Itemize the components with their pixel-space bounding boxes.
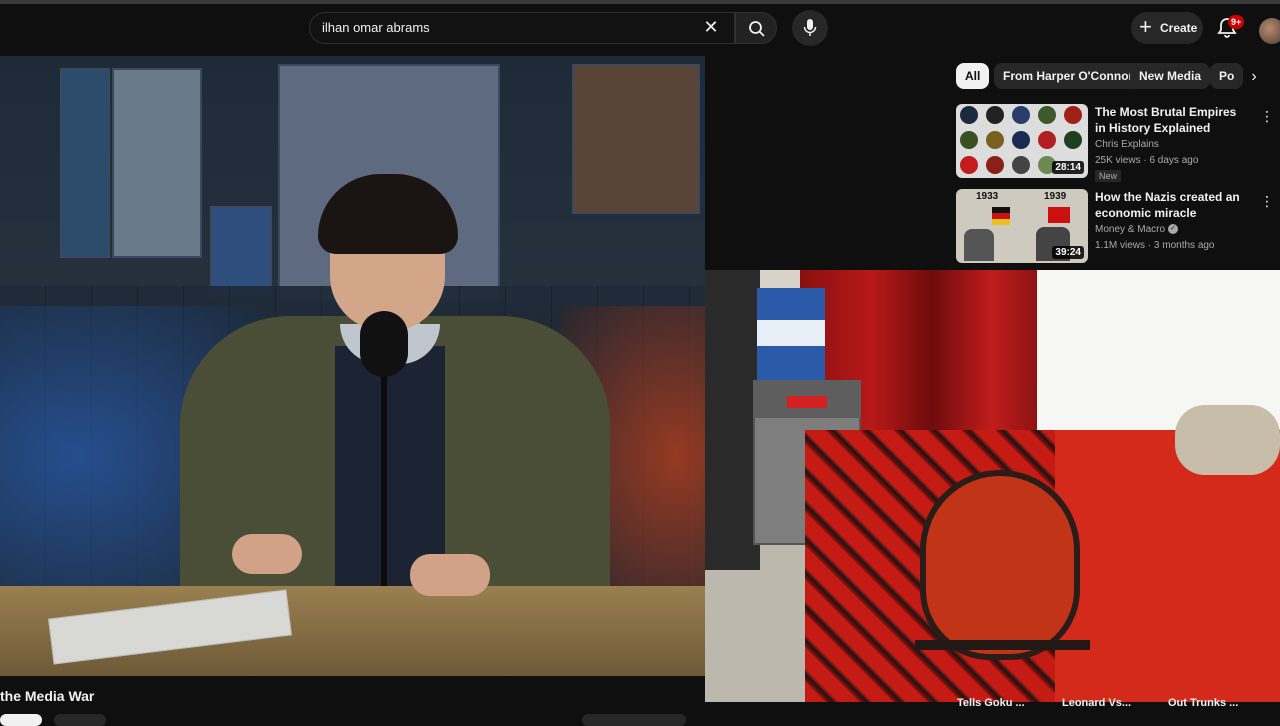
empire-emblem	[1038, 131, 1056, 149]
presenter-hand-left	[232, 534, 302, 574]
chip-new-media[interactable]: New Media	[1130, 63, 1211, 89]
flag-red	[1048, 207, 1070, 223]
search-query-text: ilhan omar abrams	[322, 20, 430, 35]
bottom-video-title[interactable]: Leonard Vs...	[1062, 697, 1131, 709]
scene-poster	[572, 64, 700, 214]
bottom-video-title[interactable]: Tells Goku ...	[957, 697, 1025, 709]
webcam-overlay	[705, 270, 1280, 702]
video-thumbnail[interactable]: 28:14	[956, 104, 1088, 178]
empire-emblem	[1012, 156, 1030, 174]
clear-search-icon[interactable]: ✕	[700, 16, 722, 38]
bottom-pill[interactable]	[0, 714, 42, 726]
scene-poster	[210, 206, 272, 298]
chip-po[interactable]: Po	[1210, 63, 1244, 89]
video-meta: 25K views · 6 days ago	[1095, 155, 1199, 166]
masthead: ilhan omar abrams ✕ + Create 9+	[0, 4, 1280, 56]
chevron-right-icon[interactable]: ›	[1244, 67, 1264, 87]
mic-stand	[381, 376, 387, 586]
video-duration: 28:14	[1052, 161, 1084, 174]
video-title-main: the Media War	[0, 688, 95, 704]
bottom-video-title[interactable]: Out Trunks ...	[1168, 697, 1238, 709]
empire-emblem	[960, 156, 978, 174]
create-button[interactable]: + Create	[1131, 12, 1203, 44]
scene-poster	[112, 68, 202, 258]
channel-name-row[interactable]: Money & Macro ✓	[1095, 224, 1179, 235]
thumbnail-figures-left	[964, 229, 994, 261]
empire-emblem	[960, 131, 978, 149]
search-icon	[749, 21, 765, 37]
avatar[interactable]	[1259, 18, 1280, 44]
webcam-shelf	[705, 270, 760, 570]
video-title[interactable]: How the Nazis created an economic miracl…	[1095, 189, 1245, 221]
more-options-icon[interactable]: ⋮	[1260, 191, 1274, 211]
empire-emblem	[1012, 106, 1030, 124]
empire-emblem	[1064, 106, 1082, 124]
webcam-chair-base	[915, 640, 1090, 650]
empire-emblem	[960, 106, 978, 124]
channel-name[interactable]: Money & Macro	[1095, 224, 1165, 235]
search-button[interactable]	[735, 12, 777, 44]
microphone	[360, 311, 408, 377]
chip-from-harper-oconnor[interactable]: From Harper O'Connor	[994, 63, 1143, 89]
empire-emblem	[1012, 131, 1030, 149]
bottom-pill[interactable]	[582, 714, 686, 726]
webcam-chair	[920, 470, 1080, 660]
bottom-pill[interactable]	[54, 714, 106, 726]
recommendation-item[interactable]: 28:14 The Most Brutal Empires in History…	[956, 104, 1276, 182]
webcam-sticker	[787, 396, 827, 408]
new-badge: New	[1095, 170, 1122, 182]
channel-name[interactable]: Chris Explains	[1095, 139, 1159, 150]
video-duration: 39:24	[1052, 246, 1084, 259]
empire-emblem	[986, 106, 1004, 124]
flag-stripe-gold	[992, 219, 1010, 225]
verified-check-icon: ✓	[1168, 224, 1179, 235]
presenter-hand-right	[410, 554, 490, 596]
chip-all[interactable]: All	[956, 63, 990, 89]
plus-icon: +	[1139, 14, 1152, 39]
empire-emblem	[1038, 106, 1056, 124]
create-label: Create	[1160, 21, 1198, 35]
webcam-beer-box-label	[757, 320, 825, 346]
more-options-icon[interactable]: ⋮	[1260, 106, 1274, 126]
filter-chips-bar: All From Harper O'Connor New Media Po	[956, 63, 1280, 91]
voice-search-button[interactable]	[792, 10, 828, 46]
webcam-pillow	[1175, 405, 1280, 475]
empire-emblem	[1064, 131, 1082, 149]
scene-poster	[60, 68, 110, 258]
video-title[interactable]: The Most Brutal Empires in History Expla…	[1095, 104, 1245, 136]
microphone-icon	[803, 19, 817, 36]
notification-badge: 9+	[1228, 15, 1245, 29]
thumbnail-year-left: 1933	[976, 191, 999, 202]
empire-emblem	[986, 131, 1004, 149]
search-input[interactable]: ilhan omar abrams	[309, 12, 735, 44]
empire-emblem	[986, 156, 1004, 174]
video-thumbnail[interactable]: 1933 1939 39:24	[956, 189, 1088, 263]
presenter-sweater	[335, 346, 445, 586]
video-meta: 1.1M views · 3 months ago	[1095, 240, 1215, 251]
thumbnail-year-right: 1939	[1044, 191, 1067, 202]
recommendation-item[interactable]: 1933 1939 39:24 How the Nazis created an…	[956, 189, 1276, 267]
main-video-player[interactable]	[0, 56, 705, 676]
